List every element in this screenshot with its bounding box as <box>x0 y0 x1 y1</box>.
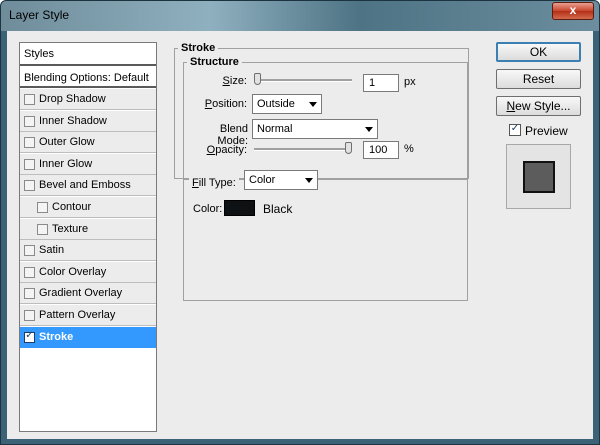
style-item-satin[interactable]: Satin <box>20 240 156 262</box>
check-icon: ✓ <box>25 329 34 341</box>
style-item-label: Inner Shadow <box>39 114 107 127</box>
style-item-color-overlay[interactable]: Color Overlay <box>20 261 156 283</box>
style-item-label: Pattern Overlay <box>39 309 116 321</box>
position-label: Position: <box>204 98 247 110</box>
opacity-input[interactable]: 100 <box>363 141 399 159</box>
position-select[interactable]: Outside <box>252 94 322 114</box>
color-swatch[interactable] <box>224 200 255 216</box>
fill-type-value: Color <box>249 174 276 186</box>
preview-checkbox[interactable]: ✓ <box>509 123 521 136</box>
style-item-label: Texture <box>52 222 89 235</box>
fill-type-label: Fill Type: <box>189 173 239 191</box>
style-checkbox[interactable] <box>24 94 35 105</box>
style-checkbox[interactable] <box>24 115 35 127</box>
blend-mode-select[interactable]: Normal <box>252 119 378 139</box>
opacity-label: Opacity: <box>206 144 247 156</box>
window-title: Layer Style <box>9 8 70 22</box>
style-item-label: Gradient Overlay <box>39 287 123 300</box>
position-value: Outside <box>257 98 295 110</box>
styles-header[interactable]: Styles <box>20 43 156 66</box>
fill-type-select[interactable]: Color <box>244 170 318 190</box>
blending-options-item[interactable]: Blending Options: Default <box>20 67 156 88</box>
style-checkbox[interactable] <box>24 180 35 192</box>
style-item-pattern-overlay[interactable]: Pattern Overlay <box>20 305 156 326</box>
style-item-label: Color Overlay <box>39 265 107 278</box>
style-item-label: Drop Shadow <box>39 93 106 105</box>
color-label: Color: <box>193 203 223 215</box>
chevron-down-icon <box>309 102 317 107</box>
opacity-slider-thumb[interactable] <box>345 142 352 154</box>
style-checkbox[interactable] <box>24 137 35 149</box>
close-icon: x <box>569 3 577 17</box>
style-item-label: Inner Glow <box>39 157 93 170</box>
style-item-outer-glow[interactable]: Outer Glow <box>20 132 156 154</box>
style-item-label: Outer Glow <box>39 136 95 149</box>
new-style-button[interactable]: New Style... <box>496 96 581 116</box>
style-item-bevel-and-emboss[interactable]: Bevel and Emboss <box>20 175 156 197</box>
preview-square <box>523 161 555 193</box>
fill-group <box>183 179 468 301</box>
preview-thumbnail <box>506 144 571 209</box>
style-item-texture[interactable]: Texture <box>20 218 156 240</box>
close-button[interactable]: x <box>552 2 594 20</box>
style-item-label: Bevel and Emboss <box>39 179 131 192</box>
style-checkbox[interactable] <box>24 288 35 300</box>
preview-label: Preview <box>525 124 568 138</box>
check-icon: ✓ <box>510 123 520 134</box>
style-checkbox[interactable] <box>24 310 35 321</box>
style-item-stroke[interactable]: ✓ Stroke <box>20 326 156 348</box>
structure-group-title: Structure <box>187 56 242 68</box>
ok-button[interactable]: OK <box>496 42 581 62</box>
style-item-gradient-overlay[interactable]: Gradient Overlay <box>20 283 156 305</box>
style-checkbox[interactable] <box>24 158 35 170</box>
opacity-slider-track[interactable] <box>254 148 352 151</box>
style-item-label: Satin <box>39 244 65 257</box>
chevron-down-icon <box>365 127 373 132</box>
style-checkbox[interactable] <box>24 245 35 257</box>
size-input[interactable]: 1 <box>363 74 399 92</box>
size-slider-thumb[interactable] <box>254 73 261 85</box>
size-slider-track[interactable] <box>254 79 352 82</box>
style-item-label: Contour <box>52 201 92 213</box>
reset-button[interactable]: Reset <box>496 69 581 89</box>
style-checkbox[interactable] <box>37 223 48 235</box>
title-bar[interactable]: Layer Style x <box>1 1 599 31</box>
dialog-client: Styles Blending Options: Default Drop Sh… <box>7 31 593 439</box>
layer-style-window: Layer Style x Styles Blending Options: D… <box>0 0 600 445</box>
style-item-inner-shadow[interactable]: Inner Shadow <box>20 110 156 132</box>
style-checkbox[interactable] <box>24 266 35 278</box>
chevron-down-icon <box>305 178 313 183</box>
stroke-group-title: Stroke <box>178 42 219 54</box>
style-item-label: Stroke <box>39 330 74 343</box>
size-label: Size: <box>222 75 247 87</box>
color-name: Black <box>263 202 293 216</box>
style-item-drop-shadow[interactable]: Drop Shadow <box>20 89 156 110</box>
size-unit: px <box>404 76 416 88</box>
blend-mode-value: Normal <box>257 123 293 135</box>
style-item-inner-glow[interactable]: Inner Glow <box>20 153 156 175</box>
style-checkbox[interactable]: ✓ <box>24 329 35 343</box>
style-item-contour[interactable]: Contour <box>20 197 156 218</box>
styles-list: Styles Blending Options: Default Drop Sh… <box>19 42 157 432</box>
opacity-unit: % <box>404 143 414 155</box>
style-checkbox[interactable] <box>37 202 48 213</box>
